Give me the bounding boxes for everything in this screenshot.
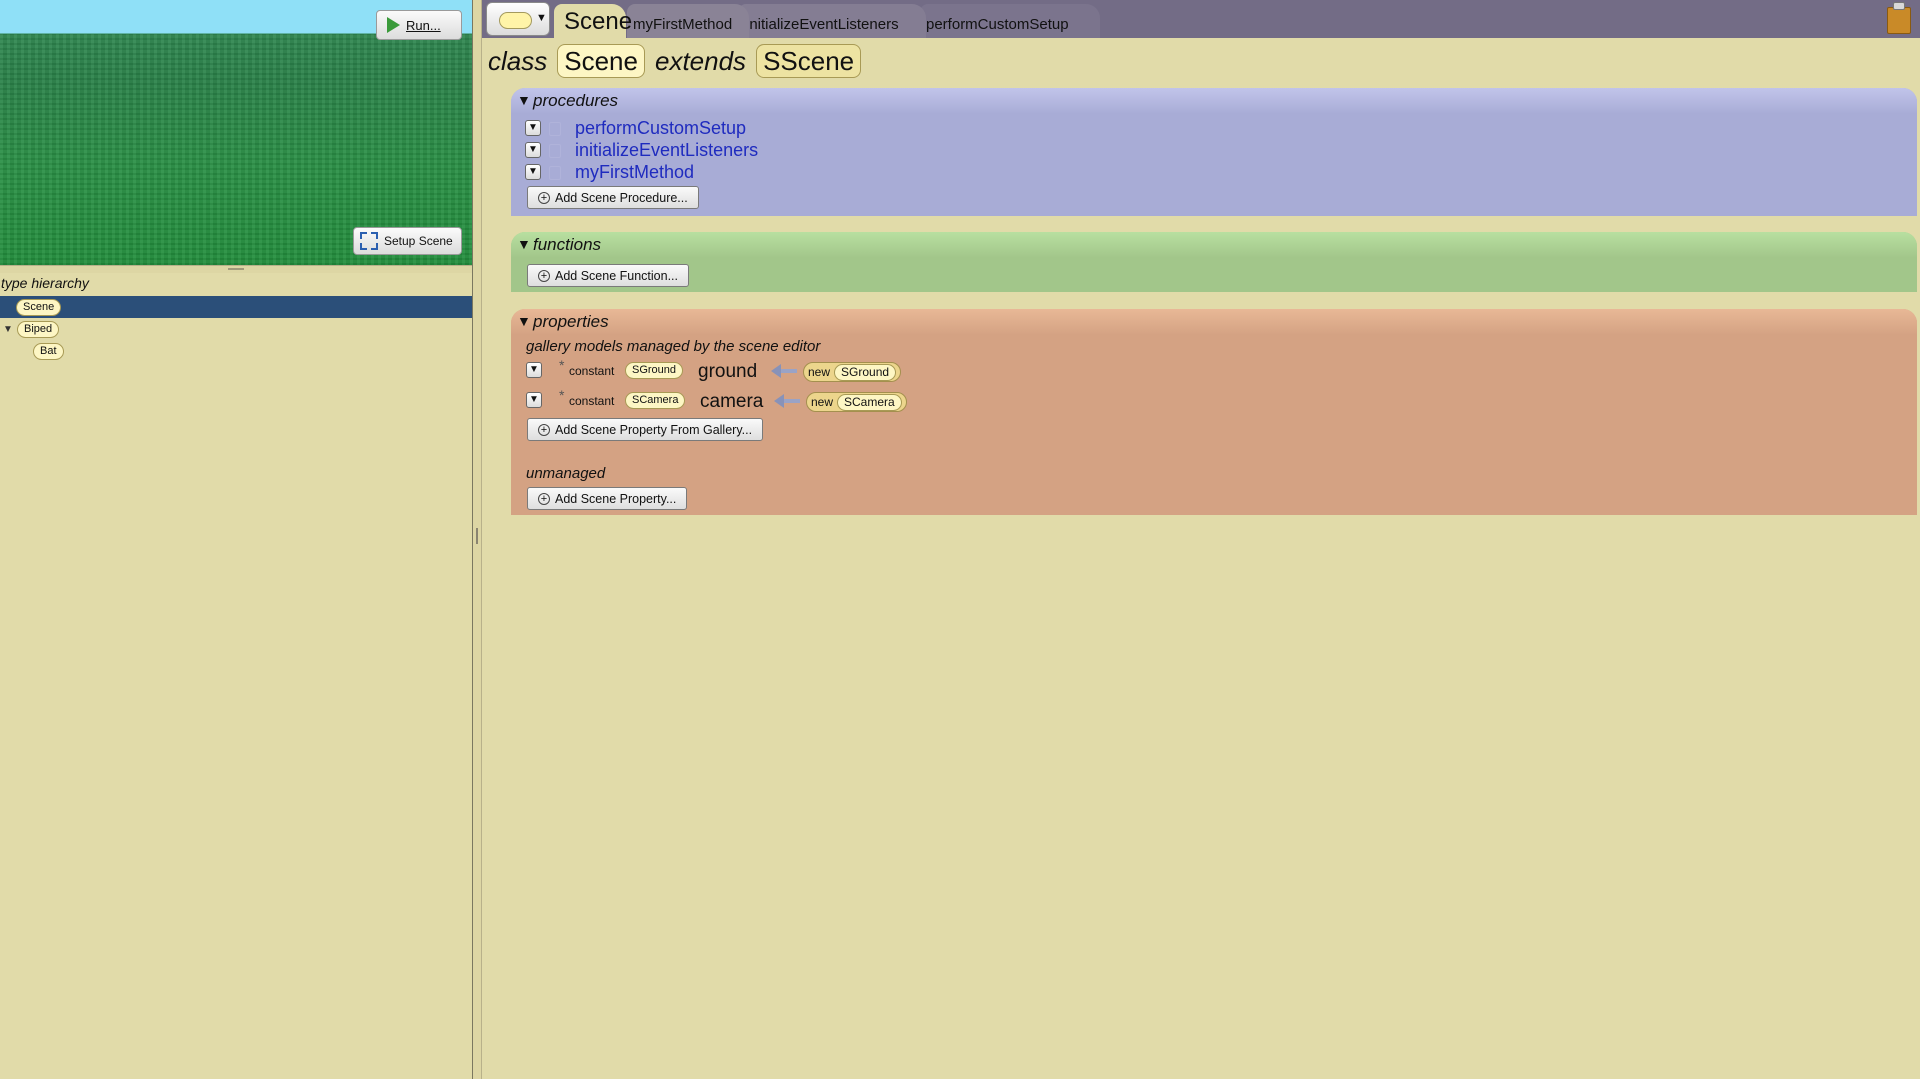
procedure-link[interactable]: myFirstMethod <box>575 162 694 183</box>
new-type: SGround <box>834 363 897 381</box>
managed-label: gallery models managed by the scene edit… <box>526 338 821 355</box>
procedure-menu-button[interactable]: ▼ <box>525 120 541 136</box>
new-keyword: new <box>811 395 834 409</box>
play-icon <box>387 17 400 33</box>
plus-icon: + <box>538 269 550 282</box>
property-menu-button[interactable]: ▼ <box>526 392 542 408</box>
procedure-link[interactable]: performCustomSetup <box>575 118 746 139</box>
splitter-grip <box>476 528 478 544</box>
tree-item-biped[interactable]: Biped <box>17 321 60 338</box>
new-type: SCamera <box>837 393 902 411</box>
new-expression[interactable]: new SCamera <box>806 392 907 412</box>
run-button[interactable]: Run... <box>376 10 462 40</box>
superclass-name[interactable]: SScene <box>756 44 862 78</box>
tab-scene[interactable]: Scene <box>554 4 632 38</box>
setup-scene-button[interactable]: Setup Scene <box>353 227 462 255</box>
add-property-label: Add Scene Property... <box>555 491 677 506</box>
procedure-icon <box>549 166 561 180</box>
add-property-from-gallery-button[interactable]: + Add Scene Property From Gallery... <box>527 418 764 441</box>
procedures-title: procedures <box>533 91 619 110</box>
add-scene-procedure-button[interactable]: + Add Scene Procedure... <box>527 186 699 209</box>
add-scene-property-button[interactable]: + Add Scene Property... <box>527 487 688 510</box>
tab-initialize-event-listeners[interactable]: initializeEventListeners <box>738 4 926 38</box>
tree-item-scene[interactable]: Scene <box>16 299 62 316</box>
functions-section: ▼ functions + Add Scene Function... <box>511 232 1917 292</box>
collapse-triangle-icon[interactable]: ▼ <box>517 236 531 252</box>
splitter-grip <box>228 268 244 270</box>
property-row-camera: ▼ * constant SCamera camera new SCamera <box>526 387 926 413</box>
collapse-triangle-icon[interactable]: ▼ <box>517 92 531 108</box>
plus-icon: + <box>538 423 550 436</box>
procedure-link[interactable]: initializeEventListeners <box>575 140 758 161</box>
tab-label: initializeEventListeners <box>746 16 899 33</box>
add-scene-function-button[interactable]: + Add Scene Function... <box>527 264 689 287</box>
tab-bar: ▼ performCustomSetup initializeEventList… <box>482 0 1920 38</box>
property-name[interactable]: camera <box>700 391 763 413</box>
procedure-menu-button[interactable]: ▼ <box>525 164 541 180</box>
property-menu-button[interactable]: ▼ <box>526 362 542 378</box>
collapse-triangle-icon[interactable]: ▼ <box>517 313 531 329</box>
property-type[interactable]: SCamera <box>625 392 686 409</box>
assign-arrow-icon <box>774 393 802 409</box>
properties-title: properties <box>533 312 609 331</box>
type-selector-dropdown[interactable]: ▼ <box>486 2 550 36</box>
class-name[interactable]: Scene <box>557 44 645 78</box>
properties-header[interactable]: ▼ properties <box>511 309 1917 335</box>
add-function-label: Add Scene Function... <box>555 268 678 283</box>
add-procedure-label: Add Scene Procedure... <box>555 190 688 205</box>
new-expression[interactable]: new SGround <box>803 362 902 382</box>
type-hierarchy-title: type hierarchy <box>1 275 89 291</box>
functions-title: functions <box>533 235 602 254</box>
unmanaged-label: unmanaged <box>526 465 606 482</box>
procedures-section: ▼ procedures ▼ performCustomSetup ▼ init… <box>511 88 1917 216</box>
functions-header[interactable]: ▼ functions <box>511 232 1917 258</box>
tab-label: performCustomSetup <box>926 16 1069 33</box>
tree-item-bat[interactable]: Bat <box>33 343 64 360</box>
procedure-menu-button[interactable]: ▼ <box>525 142 541 158</box>
class-keyword: class <box>488 45 548 76</box>
horizontal-splitter[interactable] <box>0 265 472 273</box>
managed-star: * <box>559 357 565 373</box>
plus-icon: + <box>538 492 550 505</box>
class-header: class Scene extends SScene <box>488 44 862 78</box>
extends-keyword: extends <box>654 45 747 76</box>
setup-scene-label: Setup Scene <box>384 234 453 248</box>
clipboard-icon[interactable] <box>1886 2 1912 34</box>
left-panel: Run... Setup Scene type hierarchy Scene … <box>0 0 472 1079</box>
chevron-down-icon: ▼ <box>536 12 547 24</box>
managed-star: * <box>559 387 565 403</box>
fullscreen-icon <box>360 232 378 250</box>
tab-label: myFirstMethod <box>633 16 733 33</box>
tree-row-scene[interactable] <box>0 296 472 318</box>
type-oval-icon <box>499 12 532 29</box>
property-type[interactable]: SGround <box>625 362 684 379</box>
tab-label: Scene <box>564 8 633 35</box>
constant-keyword: constant <box>569 364 615 378</box>
code-editor-panel: ▼ performCustomSetup initializeEventList… <box>482 0 1920 1079</box>
procedures-header[interactable]: ▼ procedures <box>511 88 1917 114</box>
run-button-label: Run... <box>406 17 441 33</box>
plus-icon: + <box>538 191 550 204</box>
vertical-splitter[interactable] <box>472 0 482 1079</box>
scene-viewport[interactable]: Run... Setup Scene <box>0 0 472 265</box>
tab-perform-custom-setup[interactable]: performCustomSetup <box>920 4 1100 38</box>
properties-section: ▼ properties gallery models managed by t… <box>511 309 1917 515</box>
constant-keyword: constant <box>569 394 615 408</box>
expand-toggle-icon[interactable]: ▼ <box>3 324 13 335</box>
property-name[interactable]: ground <box>698 361 757 383</box>
procedure-icon <box>549 144 561 158</box>
assign-arrow-icon <box>771 363 799 379</box>
tab-my-first-method[interactable]: myFirstMethod <box>627 4 749 38</box>
new-keyword: new <box>808 365 831 379</box>
property-row-ground: ▼ * constant SGround ground new SGround <box>526 357 926 383</box>
add-gallery-label: Add Scene Property From Gallery... <box>555 422 753 437</box>
procedure-icon <box>549 122 561 136</box>
